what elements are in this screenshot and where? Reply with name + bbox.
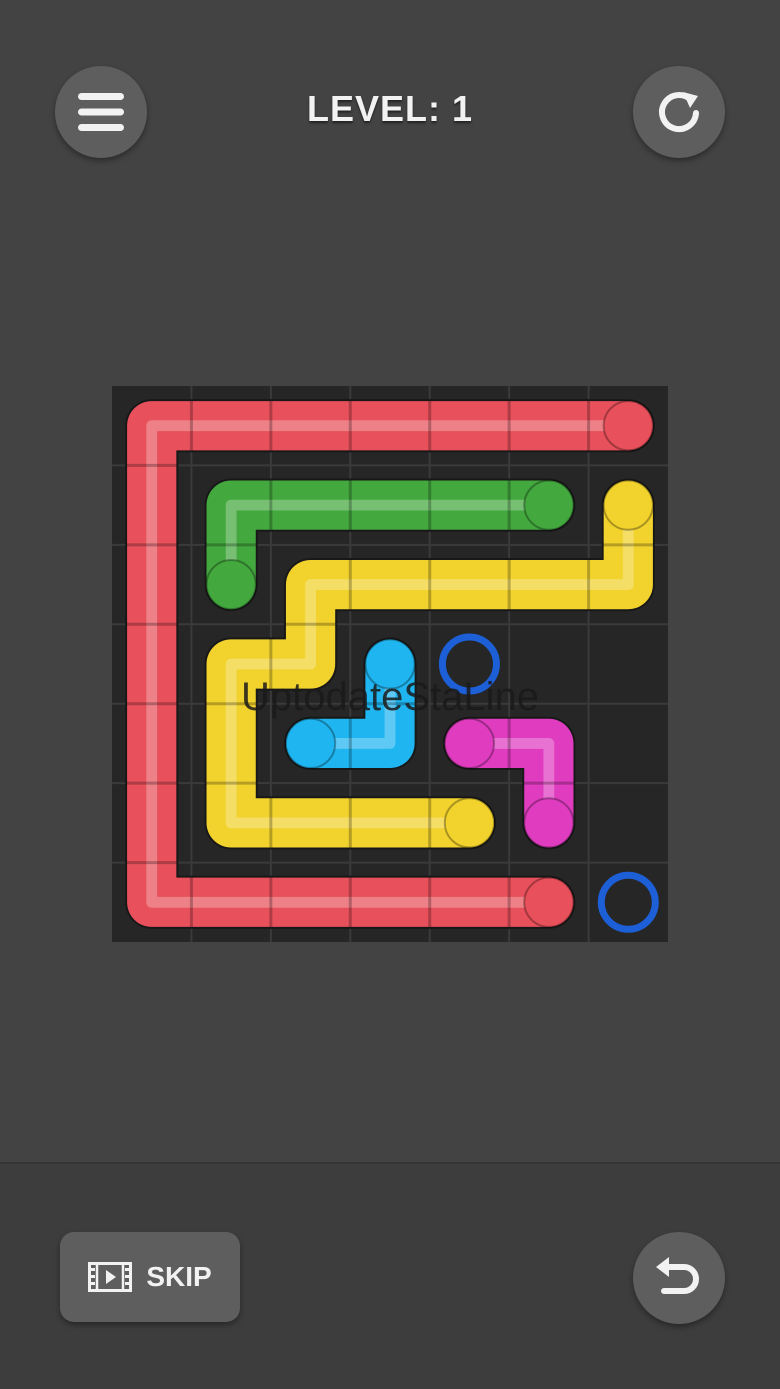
magenta-endpoint[interactable] xyxy=(523,797,575,849)
restart-icon xyxy=(659,92,699,132)
magenta-endpoint[interactable] xyxy=(443,717,496,770)
blue-endpoint[interactable] xyxy=(597,871,659,933)
undo-button[interactable] xyxy=(633,1232,725,1324)
video-film-icon xyxy=(88,1262,133,1292)
cyan-endpoint[interactable] xyxy=(364,638,416,690)
restart-button[interactable] xyxy=(633,66,725,158)
red-endpoint[interactable] xyxy=(602,400,654,452)
yellow-endpoint[interactable] xyxy=(602,479,654,531)
bottom-bar: SKIP xyxy=(0,1162,780,1389)
green-endpoint[interactable] xyxy=(523,479,575,531)
blue-endpoint[interactable] xyxy=(438,633,500,695)
pipe-grid[interactable] xyxy=(112,386,668,942)
top-bar: LEVEL: 1 xyxy=(0,0,780,230)
skip-label: SKIP xyxy=(146,1261,212,1292)
game-board[interactable] xyxy=(112,386,668,942)
skip-button[interactable]: SKIP xyxy=(60,1232,240,1322)
yellow-endpoint[interactable] xyxy=(443,797,496,849)
undo-icon xyxy=(656,1257,699,1294)
cyan-endpoint[interactable] xyxy=(284,717,337,770)
green-endpoint[interactable] xyxy=(205,558,257,611)
red-endpoint[interactable] xyxy=(523,876,575,928)
